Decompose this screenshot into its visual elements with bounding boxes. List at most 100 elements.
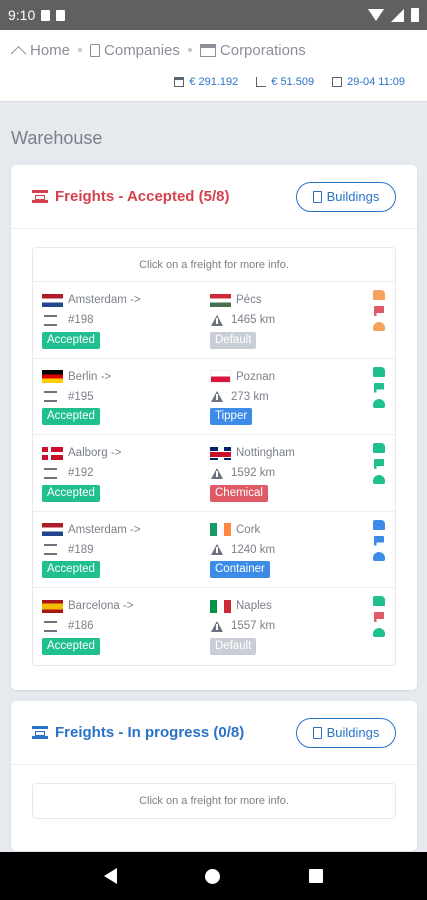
warehouse-icon — [44, 620, 57, 632]
flag-icon — [374, 535, 384, 546]
destination-flag-icon — [210, 293, 231, 307]
recent-apps-icon[interactable] — [308, 869, 323, 883]
building-icon — [312, 726, 322, 739]
road-icon — [211, 620, 224, 632]
destination-city: Naples — [236, 600, 272, 612]
truck-icon — [373, 290, 385, 300]
freight-row[interactable]: Berlin -> #195 Accepted Poznan 273 km Tipper — [33, 359, 395, 435]
accepted-freights-card: Freights - Accepted (5/8) Buildings Clic… — [11, 165, 417, 690]
signal-icon — [391, 8, 404, 22]
freight-id: #198 — [68, 314, 94, 326]
balance-stat: € 291.192 — [174, 76, 238, 88]
buildings-button[interactable]: Buildings — [296, 717, 396, 748]
users-icon — [373, 628, 385, 637]
cargo-type-badge: Default — [210, 637, 257, 655]
status-bar: 9:10 — [0, 0, 427, 30]
users-icon — [373, 398, 385, 408]
system-navigation-bar — [0, 852, 427, 900]
building-icon — [312, 190, 322, 203]
truck-icon — [373, 443, 385, 453]
origin-city: Aalborg -> — [68, 447, 122, 459]
origin-city: Barcelona -> — [68, 600, 134, 612]
truck-icon — [373, 366, 385, 377]
status-badge: Accepted — [42, 484, 100, 502]
home-circle-icon[interactable] — [205, 868, 221, 884]
freight-list: Click on a freight for more info. Amster… — [32, 247, 396, 666]
freight-row[interactable]: Amsterdam -> #189 Accepted Cork 1240 km Conta… — [33, 512, 395, 588]
origin-city: Amsterdam -> — [68, 523, 141, 536]
breadcrumb-home[interactable]: Home — [12, 42, 70, 59]
back-icon[interactable] — [104, 868, 118, 884]
truck-icon — [373, 519, 385, 530]
warehouse-icon — [32, 726, 48, 739]
breadcrumb-separator — [187, 48, 192, 52]
sim-icon — [41, 9, 51, 21]
road-icon — [211, 467, 224, 479]
in-progress-title-text: Freights - In progress (0/8) — [55, 724, 245, 741]
warehouse-icon — [32, 190, 48, 203]
distance: 1465 km — [231, 314, 276, 326]
chart-icon — [256, 77, 267, 87]
flag-icon — [374, 459, 384, 469]
origin-flag-icon — [42, 523, 63, 536]
destination-flag-icon — [210, 370, 231, 383]
freight-id: #189 — [68, 543, 94, 556]
destination-city: Nottingham — [236, 447, 295, 459]
freight-row[interactable]: Aalborg -> #192 Accepted Nottingham 1592 km C… — [33, 435, 395, 512]
road-icon — [211, 314, 224, 326]
stats-bar: € 291.192 € 51.509 29-04 11:09 — [0, 62, 427, 88]
datetime-stat: 29-04 11:09 — [332, 76, 405, 88]
accepted-title: Freights - Accepted (5/8) — [32, 188, 229, 205]
destination-city: Pécs — [236, 294, 262, 306]
origin-flag-icon — [42, 446, 63, 460]
freight-id: #192 — [68, 467, 94, 479]
flag-icon — [374, 612, 384, 622]
accepted-title-text: Freights - Accepted (5/8) — [55, 188, 230, 205]
list-hint: Click on a freight for more info. — [33, 248, 395, 282]
corporation-icon — [199, 43, 216, 57]
status-badge: Accepted — [42, 561, 100, 578]
breadcrumb-separator — [78, 48, 83, 52]
datetime-value: 29-04 11:09 — [347, 76, 405, 88]
status-time: 9:10 — [8, 7, 36, 23]
battery-icon — [411, 8, 419, 22]
distance: 1592 km — [231, 467, 276, 479]
warehouse-icon — [44, 391, 57, 402]
home-icon — [12, 44, 26, 56]
freight-id: #186 — [68, 620, 94, 632]
destination-city: Poznan — [236, 370, 276, 383]
warehouse-icon — [44, 314, 57, 326]
breadcrumb-companies[interactable]: Companies — [90, 42, 180, 59]
card-header: Freights - In progress (0/8) Buildings — [11, 701, 417, 765]
freight-list: Click on a freight for more info. — [32, 783, 396, 819]
origin-flag-icon — [42, 370, 63, 383]
warehouse-icon — [44, 544, 57, 555]
freight-row[interactable]: Amsterdam -> #198 Accepted Pécs 1465 km Defau… — [33, 282, 395, 359]
breadcrumb-home-label: Home — [30, 41, 71, 59]
origin-city: Berlin -> — [68, 370, 112, 383]
users-icon — [373, 322, 385, 331]
calendar-icon — [332, 77, 343, 87]
breadcrumb-corporations[interactable]: Corporations — [199, 42, 306, 59]
freight-id: #195 — [68, 390, 94, 403]
freight-row[interactable]: Barcelona -> #186 Accepted Naples 1557 km Def… — [33, 588, 395, 665]
cargo-type-badge: Container — [210, 561, 270, 578]
truck-icon — [373, 596, 385, 606]
distance: 273 km — [231, 390, 269, 403]
destination-flag-icon — [210, 446, 231, 460]
warehouse-icon — [44, 467, 57, 479]
balance-value: € 291.192 — [189, 76, 239, 88]
status-badge: Accepted — [42, 331, 100, 349]
origin-flag-icon — [42, 599, 63, 613]
building-icon — [90, 43, 101, 57]
destination-flag-icon — [210, 523, 231, 536]
road-icon — [211, 544, 224, 555]
income-value: € 51.509 — [271, 76, 315, 88]
destination-flag-icon — [210, 599, 231, 613]
top-navigation: Home Companies Corporations € 291.192 € … — [0, 30, 427, 102]
card-header: Freights - Accepted (5/8) Buildings — [11, 165, 417, 229]
status-badge: Accepted — [42, 408, 100, 425]
list-hint: Click on a freight for more info. — [139, 795, 289, 807]
flag-icon — [374, 382, 384, 393]
buildings-button[interactable]: Buildings — [296, 181, 396, 212]
